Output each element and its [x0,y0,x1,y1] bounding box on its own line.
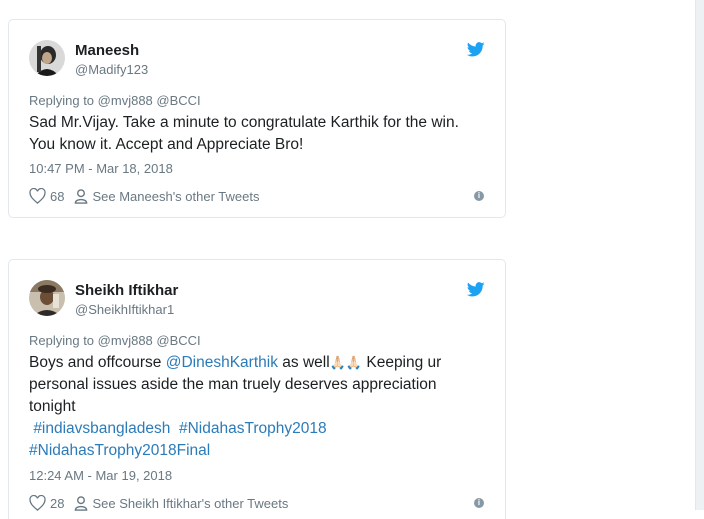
tweet-card: Maneesh @Madify123 Replying to @mvj888 @… [8,19,506,218]
tweet-text-line: Sad Mr.Vijay. Take a minute to congratul… [29,114,459,131]
reply-mention[interactable]: @mvj888 [98,93,153,108]
other-tweets-link[interactable]: See Maneesh's other Tweets [74,189,259,204]
tweet-text-line: Boys and offcourse @DineshKarthik as wel… [29,352,489,374]
info-icon[interactable]: i [474,191,484,201]
twitter-bird-icon[interactable] [467,282,485,297]
like-button[interactable]: 68 [29,188,64,204]
reply-context: Replying to @mvj888 @BCCI [29,333,201,348]
person-icon [75,188,88,204]
author-name[interactable]: Maneesh [75,42,139,59]
hashtag-link[interactable]: #indiavsbangladesh [33,420,170,437]
tweet-text-line: #indiavsbangladesh #NidahasTrophy2018 [29,418,489,440]
reply-mention[interactable]: @mvj888 [98,333,153,348]
author-handle[interactable]: @SheikhIftikhar1 [75,302,174,317]
author-name[interactable]: Sheikh Iftikhar [75,282,178,299]
tweet-text-segment: as well [282,354,330,371]
hashtag-link[interactable]: #NidahasTrophy2018Final [29,442,210,459]
scrollbar-track[interactable] [695,0,704,510]
tweet-text-line: tonight [29,398,76,415]
like-count: 68 [50,188,65,204]
reply-mention[interactable]: @BCCI [156,333,200,348]
other-tweets-label: See Sheikh Iftikhar's other Tweets [92,495,289,511]
like-count: 28 [50,495,65,511]
info-icon[interactable]: i [474,498,484,508]
tweet-text-line: #NidahasTrophy2018Final [29,440,489,462]
heart-icon [29,188,46,204]
tweet-text: Sad Mr.Vijay. Take a minute to congratul… [29,112,489,156]
author-handle[interactable]: @Madify123 [75,62,148,77]
reply-prefix: Replying to [29,333,95,348]
twitter-bird-icon[interactable] [467,42,485,57]
tweet-text-segment: Boys and offcourse [29,354,162,371]
like-button[interactable]: 28 [29,495,64,511]
reply-prefix: Replying to [29,93,95,108]
avatar[interactable] [29,40,65,76]
tweet-text: Boys and offcourse @DineshKarthik as wel… [29,352,489,462]
praying-hands-emoji: 🙏🏻🙏🏻 [329,355,363,370]
mention-link[interactable]: @DineshKarthik [166,354,278,371]
tweet-text-line: personal issues aside the man truely des… [29,376,437,393]
hashtag-link[interactable]: #NidahasTrophy2018 [179,420,327,437]
reply-mention[interactable]: @BCCI [156,93,200,108]
other-tweets-link[interactable]: See Sheikh Iftikhar's other Tweets [74,496,288,511]
heart-icon [29,495,46,511]
tweet-card: Sheikh Iftikhar @SheikhIftikhar1 Replyin… [8,259,506,519]
other-tweets-label: See Maneesh's other Tweets [92,188,260,204]
tweet-text-segment: Keeping ur [366,354,442,371]
reply-context: Replying to @mvj888 @BCCI [29,93,201,108]
avatar[interactable] [29,280,65,316]
tweet-actions: 68 See Maneesh's other Tweets [29,188,259,204]
tweet-actions: 28 See Sheikh Iftikhar's other Tweets [29,495,288,511]
tweet-text-line: You know it. Accept and Appreciate Bro! [29,136,304,153]
person-icon [75,495,88,511]
tweet-timestamp[interactable]: 12:24 AM - Mar 19, 2018 [29,468,172,483]
tweet-timestamp[interactable]: 10:47 PM - Mar 18, 2018 [29,161,173,176]
